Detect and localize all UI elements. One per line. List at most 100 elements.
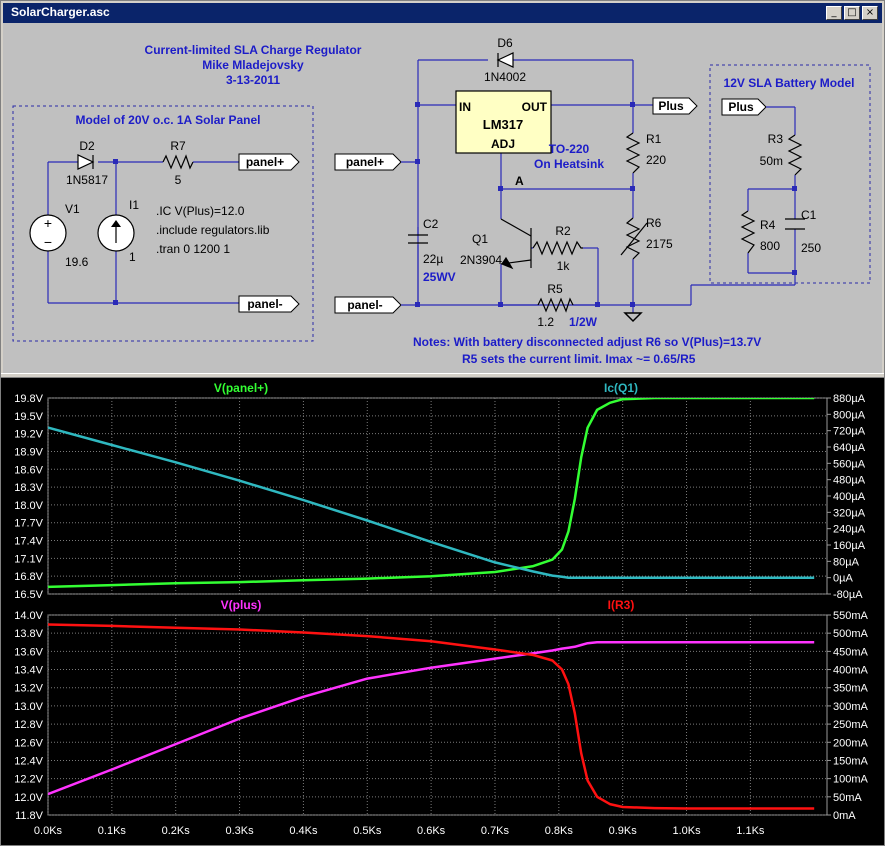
svg-text:−: − <box>44 234 52 250</box>
ground-symbol <box>623 312 643 323</box>
left-tick-label: 18.6V <box>14 464 43 476</box>
r3-value: 50m <box>760 154 783 168</box>
left-tick-label: 12.0V <box>14 792 43 804</box>
resistor-r1-symbol[interactable] <box>625 132 641 174</box>
q1-name: Q1 <box>472 232 488 246</box>
d6-value: 1N4002 <box>484 70 526 84</box>
r3-name: R3 <box>768 132 784 146</box>
r6-value: 2175 <box>646 237 673 251</box>
left-tick-label: 17.4V <box>14 536 43 548</box>
transistor-q1-symbol[interactable] <box>500 218 532 270</box>
x-tick-label: 0.2Ks <box>162 825 191 837</box>
diode-d6-symbol[interactable] <box>496 52 514 68</box>
left-tick-label: 13.4V <box>14 665 43 677</box>
left-tick-label: 16.8V <box>14 571 43 583</box>
trace-ic-q1[interactable] <box>48 426 815 579</box>
right-tick-label: 560µA <box>833 458 866 470</box>
x-tick-label: 0.4Ks <box>289 825 318 837</box>
potentiometer-r6-symbol[interactable] <box>620 217 648 260</box>
left-tick-label: 18.3V <box>14 482 43 494</box>
current-source-i1-symbol[interactable] <box>97 214 135 252</box>
v1-value: 19.6 <box>65 255 89 269</box>
left-tick-label: 18.9V <box>14 446 43 458</box>
package-note-1: TO-220 <box>549 142 590 156</box>
d2-name: D2 <box>79 139 95 153</box>
upper-plot-pane[interactable]: 19.8V 19.5V 19.2V 18.9V 18.6V 18.3V 18.0V 17.7V… <box>14 381 865 601</box>
c1-name: C1 <box>801 208 817 222</box>
left-tick-label: 12.4V <box>14 755 43 767</box>
right-tick-label: 400mA <box>833 665 869 677</box>
left-tick-label: 19.5V <box>14 411 43 423</box>
battery-box-title: 12V SLA Battery Model <box>724 76 855 90</box>
trace-label[interactable]: I(R3) <box>608 598 635 612</box>
x-tick-label: 0.0Ks <box>34 825 63 837</box>
right-tick-label: 240µA <box>833 524 866 536</box>
i1-value: 1 <box>129 250 136 264</box>
r7-value: 5 <box>175 173 182 187</box>
right-tick-label: 80µA <box>833 556 860 568</box>
right-tick-label: -80µA <box>833 589 863 601</box>
right-tick-label: 880µA <box>833 393 866 405</box>
r5-rating: 1/2W <box>569 315 598 329</box>
title-bar[interactable]: SolarCharger.asc _ □ × <box>3 3 882 23</box>
x-tick-label: 0.1Ks <box>98 825 127 837</box>
r5-value: 1.2 <box>537 315 554 329</box>
right-tick-label: 160µA <box>833 540 866 552</box>
spice-directives[interactable]: .IC V(Plus)=12.0 .include regulators.lib… <box>156 204 270 256</box>
r2-name: R2 <box>555 224 571 238</box>
resistor-r2-symbol[interactable] <box>532 240 583 256</box>
minimize-button[interactable]: _ <box>826 6 842 20</box>
c1-value: 250 <box>801 241 821 255</box>
svg-text:+: + <box>44 215 52 231</box>
lm317-adj-pin: ADJ <box>491 137 515 151</box>
diode-d2-symbol[interactable] <box>77 154 95 170</box>
resistor-r4-symbol[interactable] <box>740 210 756 254</box>
i1-name: I1 <box>129 198 139 212</box>
schematic-author: Mike Mladejovsky <box>202 58 304 72</box>
window-title: SolarCharger.asc <box>11 5 110 19</box>
right-tick-label: 250mA <box>833 719 869 731</box>
x-tick-label: 0.5Ks <box>353 825 382 837</box>
solar-box-title: Model of 20V o.c. 1A Solar Panel <box>76 113 261 127</box>
left-tick-label: 13.6V <box>14 646 43 658</box>
r4-value: 800 <box>760 239 780 253</box>
plus-text-2: Plus <box>728 100 754 114</box>
panel-plus-text-1: panel+ <box>246 155 284 169</box>
x-tick-label: 0.7Ks <box>481 825 510 837</box>
time-axis: 0.0Ks 0.1Ks 0.2Ks 0.3Ks 0.4Ks 0.5Ks 0.6Ks 0.7Ks… <box>34 825 765 837</box>
left-tick-label: 12.2V <box>14 774 43 786</box>
left-tick-label: 13.0V <box>14 701 43 713</box>
right-tick-label: 400µA <box>833 491 866 503</box>
d2-value: 1N5817 <box>66 173 108 187</box>
right-tick-label: 0mA <box>833 810 856 822</box>
x-tick-label: 1.1Ks <box>736 825 765 837</box>
trace-label[interactable]: V(panel+) <box>214 381 268 395</box>
trace-label[interactable]: Ic(Q1) <box>604 381 638 395</box>
lower-plot-pane[interactable]: 14.0V 13.8V 13.6V 13.4V 13.2V 13.0V 12.8V 12.6V… <box>14 598 868 822</box>
x-tick-label: 0.8Ks <box>545 825 574 837</box>
right-tick-label: 100mA <box>833 774 869 786</box>
right-tick-label: 800µA <box>833 409 866 421</box>
resistor-r7-symbol[interactable] <box>162 154 194 170</box>
plot-frame <box>47 397 828 595</box>
r5-name: R5 <box>547 282 563 296</box>
left-tick-label: 19.2V <box>14 429 43 441</box>
left-tick-label: 18.0V <box>14 500 43 512</box>
trace-label[interactable]: V(plus) <box>221 598 262 612</box>
r7-name: R7 <box>170 139 186 153</box>
schematic-canvas[interactable]: Current-limited SLA Charge Regulator Mik… <box>3 23 882 373</box>
waveform-plot[interactable]: 19.8V 19.5V 19.2V 18.9V 18.6V 18.3V 18.0V 17.7V… <box>1 378 884 845</box>
maximize-button[interactable]: □ <box>844 6 860 20</box>
voltage-source-v1-symbol[interactable]: + − <box>29 214 67 252</box>
left-tick-label: 11.8V <box>15 810 44 822</box>
r4-name: R4 <box>760 218 776 232</box>
resistor-r3-symbol[interactable] <box>787 134 803 176</box>
close-button[interactable]: × <box>862 6 878 20</box>
right-tick-label: 300mA <box>833 701 869 713</box>
right-tick-label: 0µA <box>833 573 853 585</box>
right-tick-label: 320µA <box>833 507 866 519</box>
waveform-viewer[interactable]: 19.8V 19.5V 19.2V 18.9V 18.6V 18.3V 18.0V 17.7V… <box>1 378 884 845</box>
lm317-out-pin: OUT <box>522 100 548 114</box>
panel-plus-text-2: panel+ <box>346 155 384 169</box>
panel-minus-text-1: panel- <box>247 297 282 311</box>
